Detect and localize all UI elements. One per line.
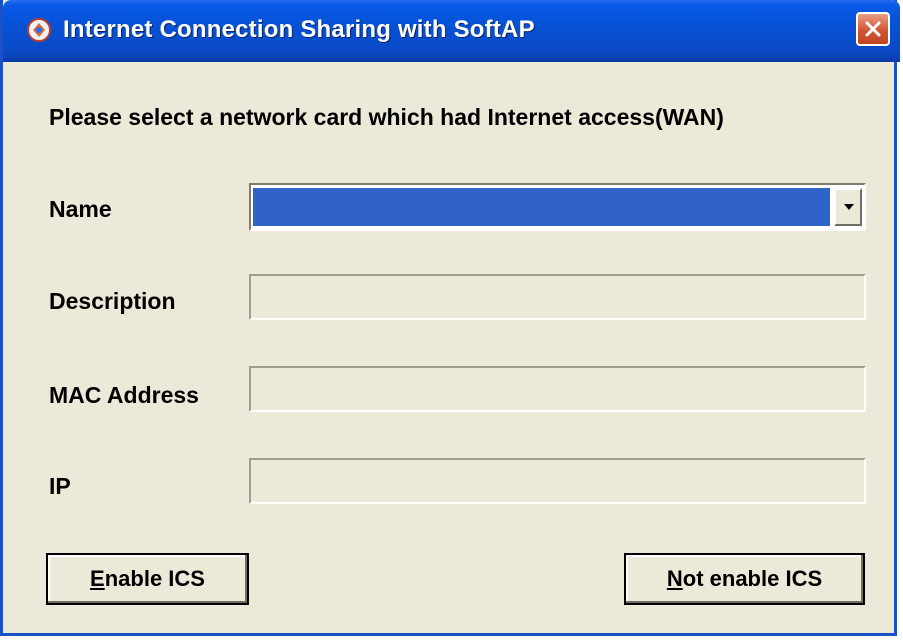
dropdown-arrow-icon [844, 204, 854, 210]
enable-ics-label: nable ICS [104, 566, 205, 591]
dropdown-button[interactable] [834, 188, 862, 226]
mac-address-field [249, 366, 866, 412]
network-card-selected-value[interactable] [253, 188, 830, 226]
close-button[interactable] [856, 12, 890, 46]
enable-ics-mnemonic: E [90, 566, 105, 591]
not-enable-ics-button[interactable]: Not enable ICS [624, 553, 865, 605]
ip-label: IP [49, 473, 71, 499]
description-field [249, 274, 866, 320]
title-bar[interactable]: Internet Connection Sharing with SoftAP [3, 0, 900, 62]
ip-field [249, 458, 866, 504]
name-label: Name [49, 196, 112, 222]
app-icon [25, 16, 53, 44]
network-card-dropdown[interactable] [249, 183, 866, 231]
close-icon [865, 21, 881, 37]
description-label: Description [49, 288, 176, 314]
enable-ics-button[interactable]: Enable ICS [46, 553, 249, 605]
mac-address-label: MAC Address [49, 382, 199, 408]
not-enable-ics-label: ot enable ICS [682, 566, 823, 591]
instruction-text: Please select a network card which had I… [49, 104, 724, 130]
ics-dialog: Internet Connection Sharing with SoftAP … [0, 0, 900, 636]
window-title: Internet Connection Sharing with SoftAP [63, 16, 535, 43]
not-enable-ics-mnemonic: N [666, 566, 683, 591]
